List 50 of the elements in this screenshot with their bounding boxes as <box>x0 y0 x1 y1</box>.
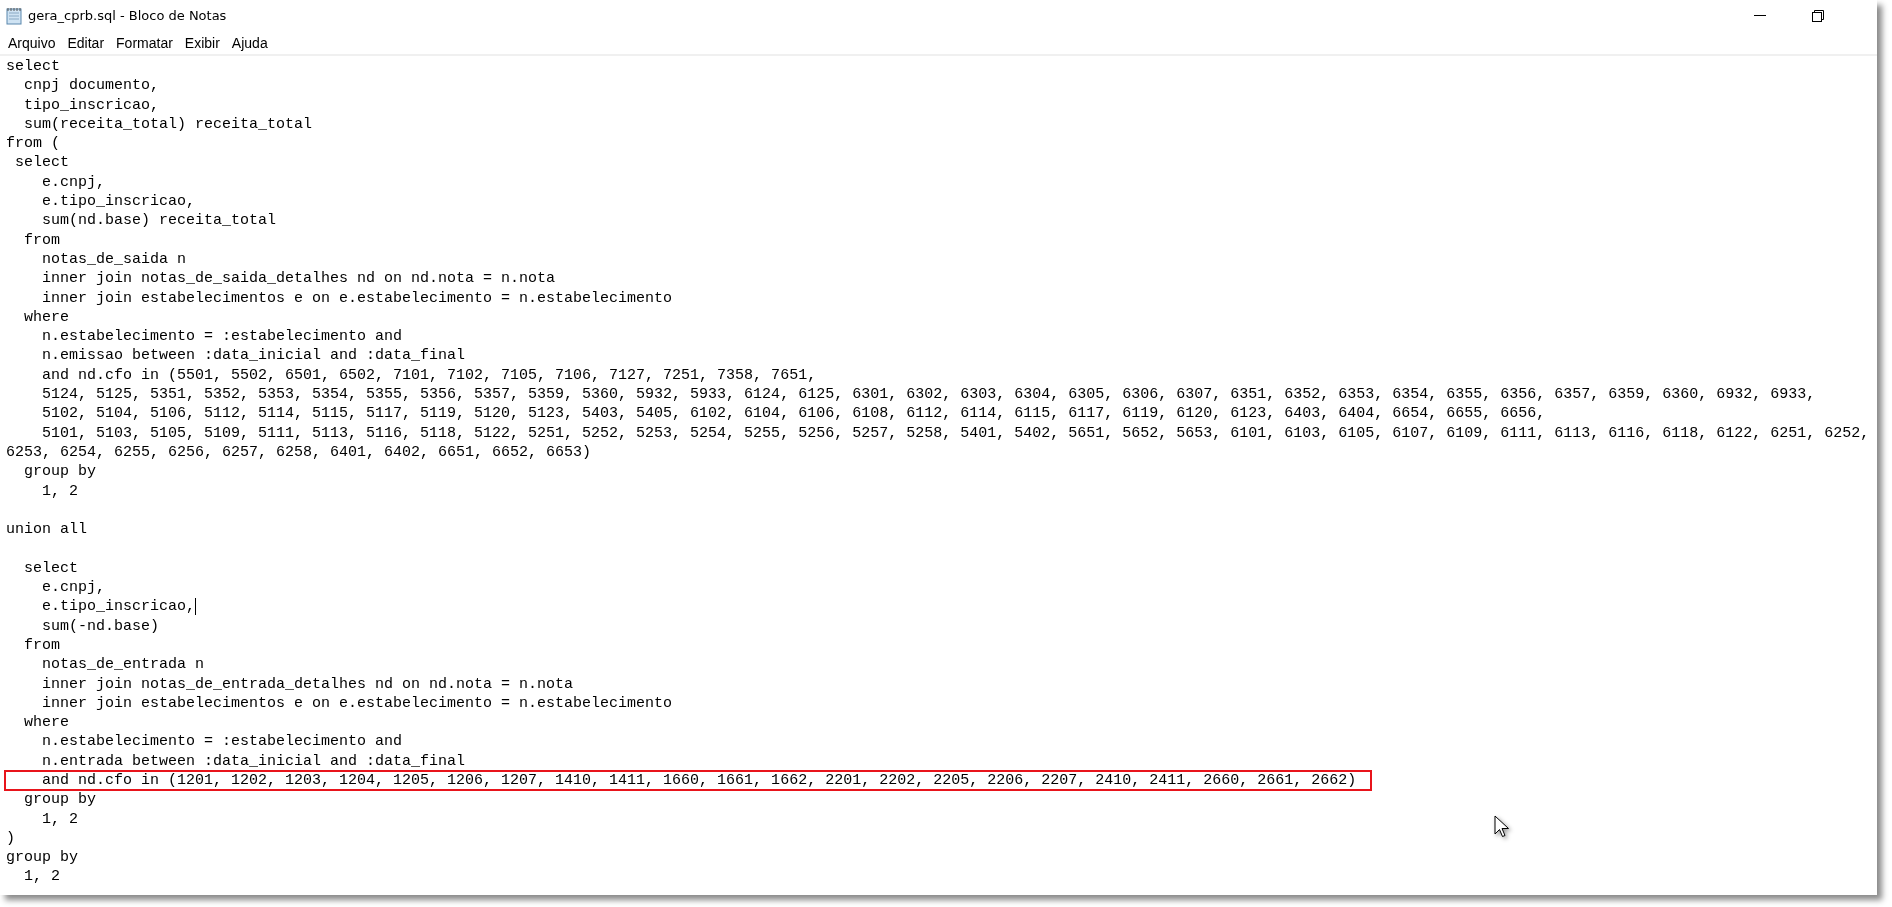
code-line: 5101, 5103, 5105, 5109, 5111, 5113, 5116, 5118, 5122, 5251, 5252, 5253, 5254, 5255, 5256, 5257, 5258, 5401, 5402, 5651, 5652, 5653, 6101, 6103, 6105, 6107, 6109, 6111, 6113, 6116, 6118, 6122, 6251, 6252, <box>41 423 1870 443</box>
menu-item[interactable]: Ajuda <box>225 33 274 52</box>
code-line: inner join notas_de_entrada_detalhes nd on nd.nota = n.nota <box>41 674 574 694</box>
code-line: select <box>23 558 78 578</box>
restore-icon <box>1812 9 1824 22</box>
menu-item[interactable]: Exibir <box>178 33 226 52</box>
code-line: cnpj documento, <box>23 76 160 96</box>
code-line: 1, 2 <box>41 809 78 829</box>
code-line: e.tipo_inscricao, <box>41 597 196 617</box>
menu-item[interactable]: Arquivo <box>2 33 62 52</box>
menu-item[interactable]: Formatar <box>110 33 179 52</box>
code-line: select <box>6 57 60 77</box>
code-line: e.cnpj, <box>41 172 106 193</box>
code-line: group by <box>23 462 96 482</box>
code-line: e.tipo_inscricao, <box>41 192 196 212</box>
code-line: ) <box>6 828 15 849</box>
code-line: sum(nd.base) receita_total <box>41 211 277 231</box>
code-line: and nd.cfo in (5501, 5502, 6501, 6502, 7101, 7102, 7105, 7106, 7127, 7251, 7358, 7651, <box>41 365 817 386</box>
menu-item[interactable]: Editar <box>61 33 111 52</box>
notepad-icon <box>6 6 22 25</box>
code-line: 1, 2 <box>41 481 78 501</box>
code-line: where <box>23 713 69 733</box>
code-line: where <box>23 307 69 328</box>
code-line: n.estabelecimento = :estabelecimento and <box>41 327 403 347</box>
code-line: n.emissao between :data_inicial and :data_final <box>41 346 466 366</box>
code-line: 5102, 5104, 5106, 5112, 5114, 5115, 5117, 5119, 5120, 5123, 5403, 5405, 6102, 6104, 6106, 6108, 6112, 6114, 6115, 6117, 6119, 6120, 6123, 6403, 6404, 6654, 6655, 6656, <box>41 404 1546 424</box>
code-line: sum(receita_total) receita_total <box>23 114 313 135</box>
code-line: union all <box>6 520 87 540</box>
code-line: e.cnpj, <box>41 578 106 598</box>
code-line: tipo_inscricao, <box>23 95 160 115</box>
code-line: 6253, 6254, 6255, 6256, 6257, 6258, 6401, 6402, 6651, 6652, 6653) <box>6 442 592 463</box>
minimize-icon <box>1754 15 1766 16</box>
code-line: group by <box>6 848 78 868</box>
code-line: sum(-nd.base) <box>41 616 160 636</box>
window-title: gera_cprb.sql - Bloco de Notas <box>28 8 227 23</box>
code-line: from <box>23 635 60 656</box>
code-line: inner join notas_de_saida_detalhes nd on nd.nota = n.nota <box>41 269 556 289</box>
code-line: inner join estabelecimentos e on e.estabelecimento = n.estabelecimento <box>41 693 673 714</box>
code-line: from ( <box>6 134 60 154</box>
code-line: 5124, 5125, 5351, 5352, 5353, 5354, 5355, 5356, 5357, 5359, 5360, 5932, 5933, 6124, 6125, 6301, 6302, 6303, 6304, 6305, 6306, 6307, 6351, 6352, 6353, 6354, 6355, 6356, 6357, 6359, 6360, 6932, 6933, <box>41 385 1816 405</box>
code-line: group by <box>23 790 96 810</box>
code-line: from <box>23 230 60 250</box>
code-line: notas_de_entrada n <box>41 655 205 675</box>
code-line: inner join estabelecimentos e on e.estabelecimento = n.estabelecimento <box>41 288 673 308</box>
code-line: notas_de_saida n <box>41 249 187 270</box>
code-line: 1, 2 <box>23 867 60 887</box>
code-line: n.entrada between :data_inicial and :data_final <box>41 751 466 771</box>
code-line: select <box>14 153 69 173</box>
code-line: n.estabelecimento = :estabelecimento and <box>41 732 403 752</box>
mouse-pointer-icon <box>1494 815 1510 839</box>
